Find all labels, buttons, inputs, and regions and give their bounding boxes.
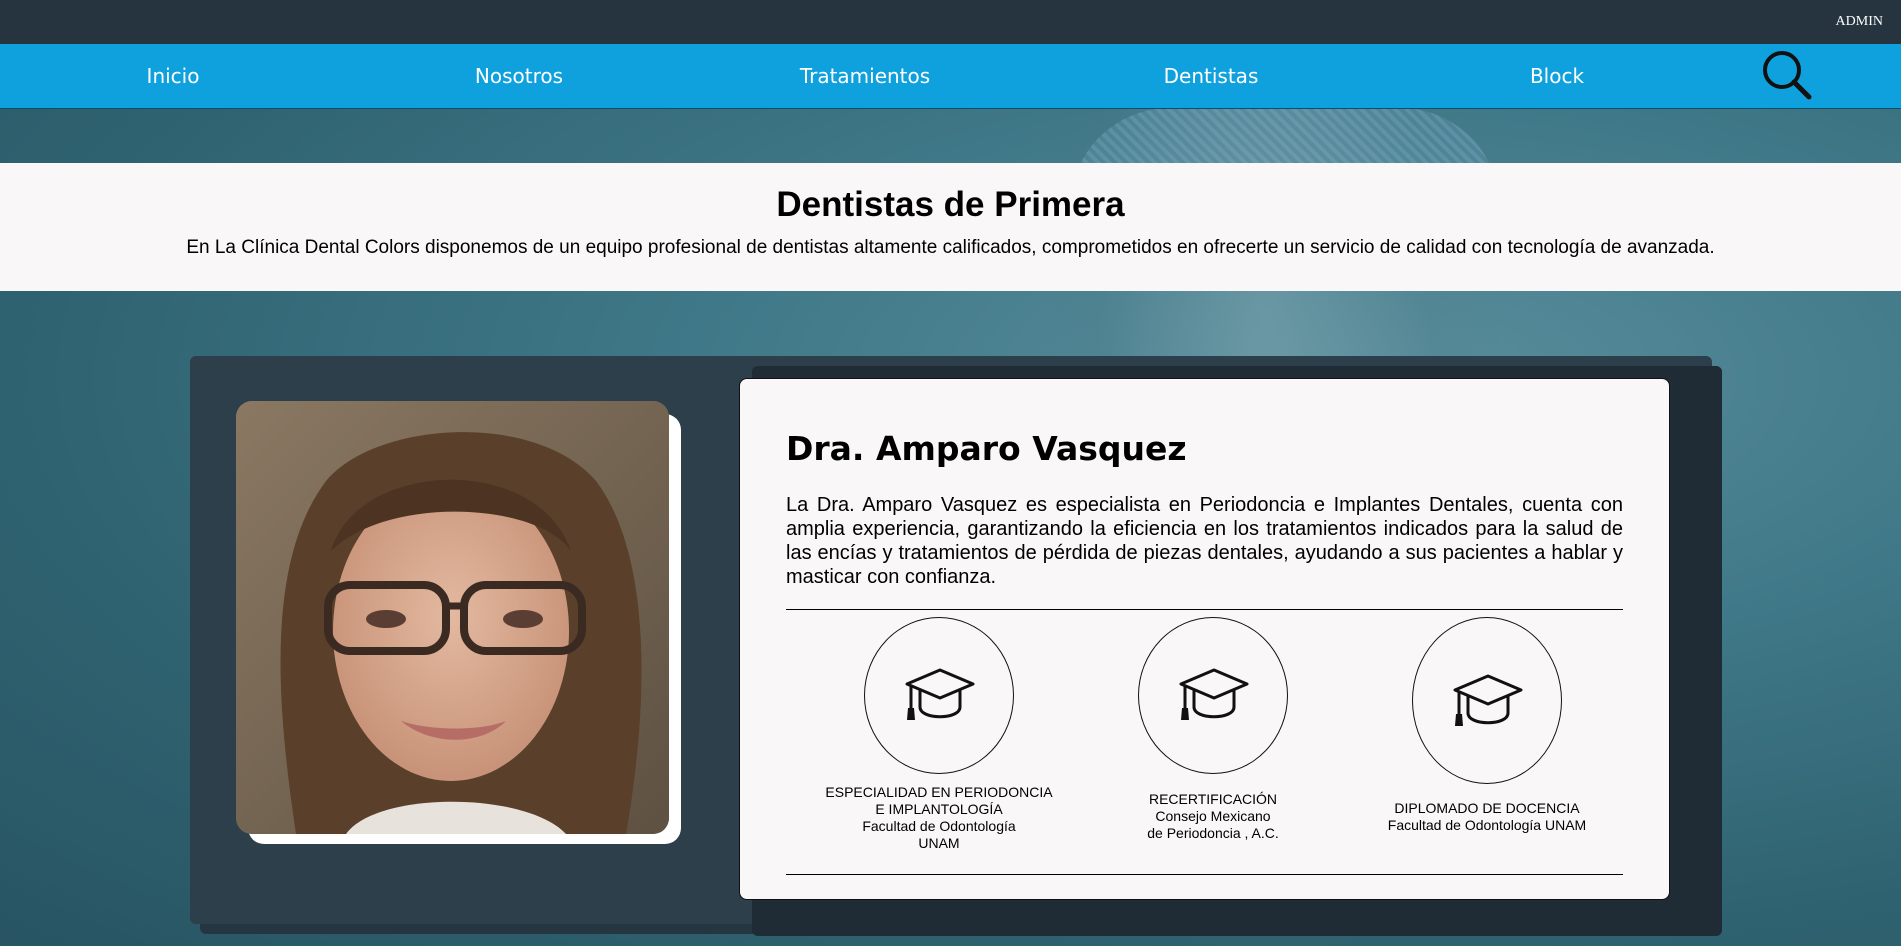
credential-item: DIPLOMADO DE DOCENCIA Facultad de Odonto… [1367,617,1607,834]
credential-line: Facultad de Odontología UNAM [1387,817,1587,833]
intro-description: En La Clínica Dental Colors disponemos d… [186,237,1715,258]
dentist-info-panel: Dra. Amparo Vasquez La Dra. Amparo Vasqu… [739,378,1670,900]
credential-line: de Periodoncia , A.C. [1147,825,1279,841]
divider-top [786,609,1623,610]
dentist-photo [236,401,669,834]
credential-item: ESPECIALIDAD EN PERIODONCIA E IMPLANTOLO… [819,617,1059,852]
credential-item: RECERTIFICACIÓN Consejo Mexicano de Peri… [1093,617,1333,842]
nav-item-nosotros[interactable]: Nosotros [475,64,563,88]
credential-circle [1138,617,1288,774]
search-icon[interactable] [1762,50,1812,100]
nav-item-block[interactable]: Block [1530,64,1584,88]
main-navigation: Inicio Nosotros Tratamientos Dentistas B… [0,44,1901,109]
credential-line: Consejo Mexicano [1155,808,1271,824]
credential-line: DIPLOMADO DE DOCENCIA [1394,800,1580,816]
graduation-cap-icon [905,668,975,720]
credential-line: ESPECIALIDAD EN PERIODONCIA [825,784,1053,800]
graduation-cap-icon [1453,674,1523,726]
nav-item-inicio[interactable]: Inicio [147,64,200,88]
page-title: Dentistas de Primera [776,185,1125,224]
credential-line: E IMPLANTOLOGÍA [875,801,1003,817]
dentist-name: Dra. Amparo Vasquez [786,429,1187,468]
admin-link[interactable]: ADMIN [1836,14,1883,30]
graduation-cap-icon [1179,668,1249,720]
intro-section: Dentistas de Primera En La Clínica Denta… [0,163,1901,291]
credential-line: RECERTIFICACIÓN [1148,791,1278,807]
credential-circle [1412,617,1562,784]
top-bar: ADMIN [0,0,1901,44]
nav-item-tratamientos[interactable]: Tratamientos [800,64,930,88]
nav-item-dentistas[interactable]: Dentistas [1164,64,1259,88]
credential-line: UNAM [918,835,960,851]
dentist-bio: La Dra. Amparo Vasquez es especialista e… [786,494,1623,588]
credential-line: Facultad de Odontología [862,818,1016,834]
credential-circle [864,617,1014,774]
divider-bottom [786,874,1623,875]
